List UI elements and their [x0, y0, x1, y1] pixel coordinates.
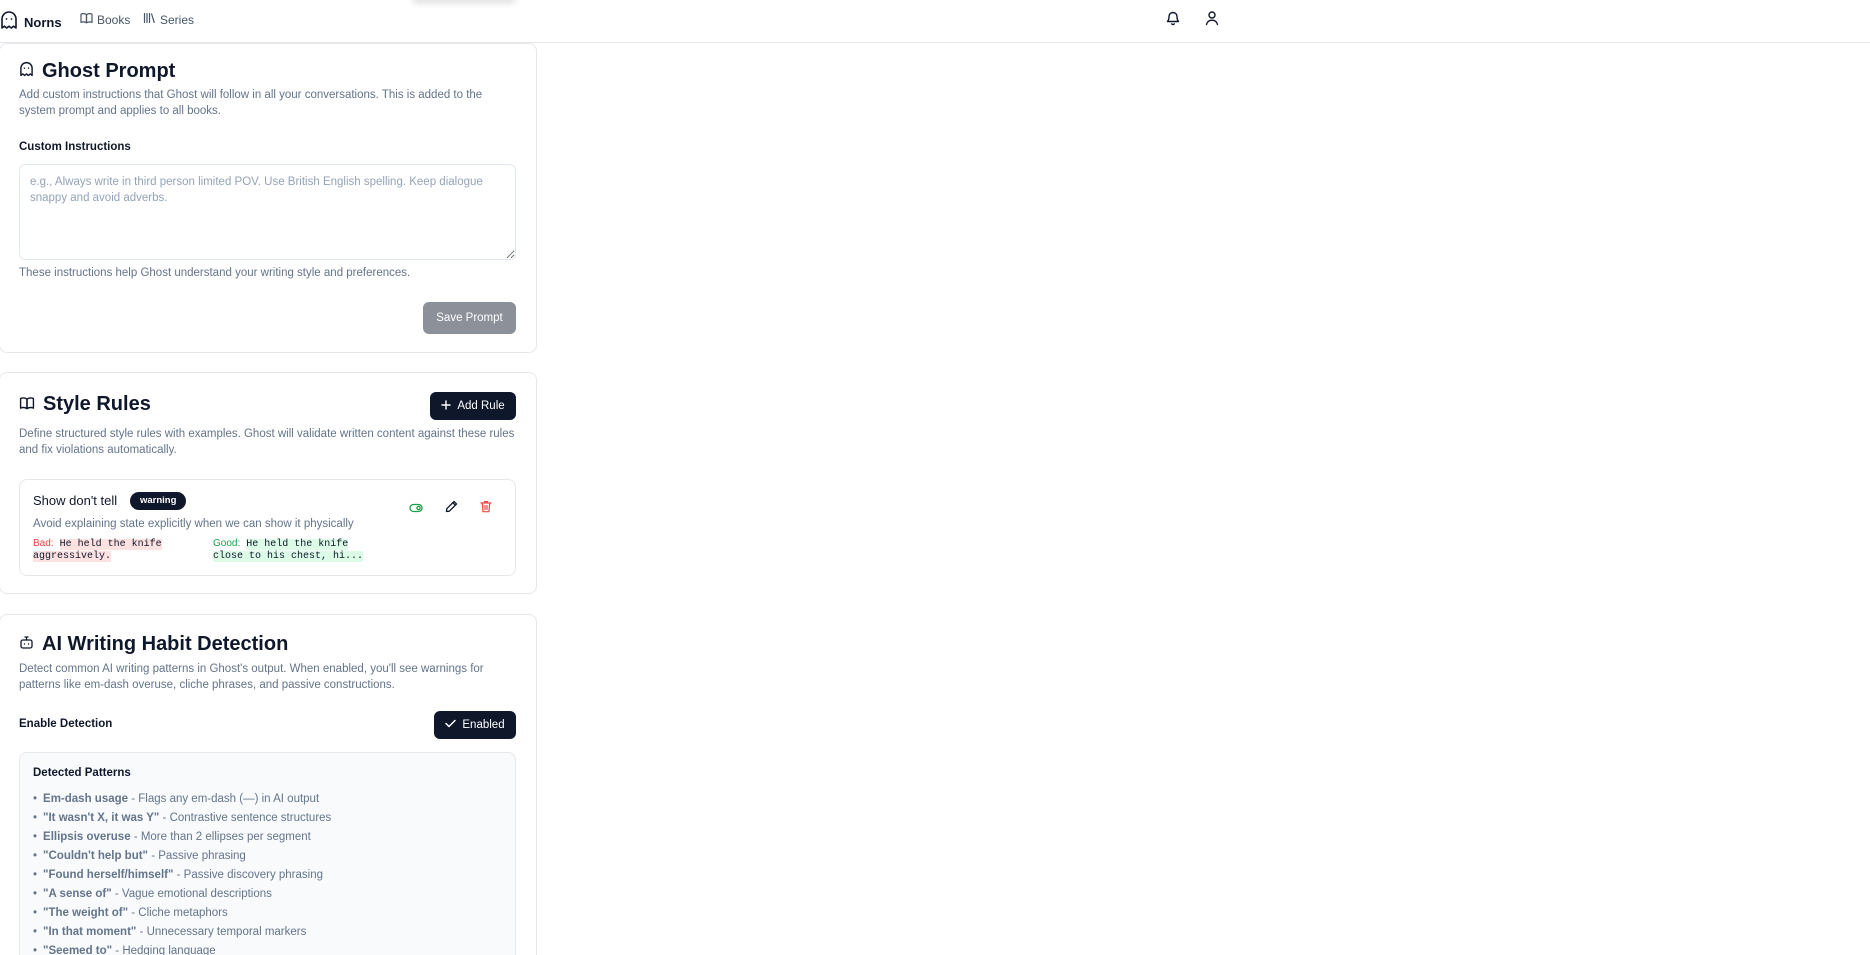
rule-description: Avoid explaining state explicitly when w… [33, 518, 354, 530]
ghost-prompt-title: Ghost Prompt [19, 60, 175, 83]
style-rules-title: Style Rules [19, 393, 151, 416]
toggle-on-icon [409, 500, 423, 518]
detection-enabled-button[interactable]: Enabled [434, 711, 516, 739]
brand-logo[interactable]: Norns [0, 10, 62, 35]
list-item: "It wasn't X, it was Y" - Contrastive se… [33, 809, 331, 828]
nav-link-series[interactable]: Series [143, 12, 194, 27]
ai-detection-description: Detect common AI writing patterns in Gho… [19, 663, 484, 691]
trash-icon [480, 500, 492, 518]
ai-detection-title: AI Writing Habit Detection [19, 633, 288, 656]
list-item: "Seemed to" - Hedging language [33, 942, 331, 955]
add-rule-label: Add Rule [457, 400, 505, 412]
severity-badge: warning [130, 492, 187, 510]
plus-icon [441, 399, 452, 413]
book-open-icon [19, 393, 35, 416]
pattern-description: - Passive discovery phrasing [173, 869, 323, 881]
ghost-prompt-title-text: Ghost Prompt [42, 60, 176, 82]
custom-instructions-label: Custom Instructions [19, 141, 131, 153]
nav-link-series-label: Series [160, 12, 195, 27]
ai-detection-card: AI Writing Habit Detection Detect common… [0, 614, 537, 955]
pattern-name: "Couldn't help but" [43, 850, 149, 862]
save-prompt-button[interactable]: Save Prompt [423, 302, 516, 334]
detected-patterns-title: Detected Patterns [33, 767, 131, 779]
pattern-name: Ellipsis overuse [43, 831, 131, 843]
nav-link-books-label: Books [97, 12, 131, 27]
pattern-name: "Found herself/himself" [43, 869, 174, 881]
list-item: "In that moment" - Unnecessary temporal … [33, 923, 331, 942]
style-rules-card: Style Rules Add Rule Define structured s… [0, 372, 537, 594]
pattern-description: - Passive phrasing [148, 850, 246, 862]
list-item: "Couldn't help but" - Passive phrasing [33, 847, 331, 866]
bell-icon [1165, 10, 1181, 31]
rule-name: Show don't tell [33, 493, 118, 508]
nav-link-books[interactable]: Books [80, 12, 130, 27]
ghost-prompt-card: Ghost Prompt Add custom instructions tha… [0, 43, 537, 353]
pattern-name: Em-dash usage [43, 793, 129, 805]
detection-enabled-label: Enabled [462, 719, 505, 731]
ghost-icon [0, 10, 18, 35]
custom-instructions-input[interactable] [19, 164, 516, 260]
pattern-name: "Seemed to" [43, 945, 113, 955]
pattern-description: - Unnecessary temporal markers [136, 926, 307, 938]
custom-instructions-help: These instructions help Ghost understand… [19, 267, 411, 279]
pattern-name: "It wasn't X, it was Y" [43, 812, 160, 824]
ghost-icon [19, 60, 34, 83]
check-icon [445, 719, 457, 731]
pattern-description: - Cliche metaphors [128, 907, 228, 919]
brand-name: Norns [24, 15, 62, 30]
pencil-icon [445, 500, 458, 518]
add-rule-button[interactable]: Add Rule [430, 392, 516, 420]
pattern-description: - Vague emotional descriptions [111, 888, 272, 900]
list-item: "The weight of" - Cliche metaphors [33, 904, 331, 923]
delete-rule-button[interactable] [475, 498, 497, 520]
user-icon [1204, 10, 1220, 31]
pattern-name: "The weight of" [43, 907, 129, 919]
good-example: Good: He held the knife close to his che… [213, 538, 383, 563]
pattern-description: - Contrastive sentence structures [159, 812, 332, 824]
list-item: Em-dash usage - Flags any em-dash (—) in… [33, 790, 331, 809]
pattern-description: - Hedging language [112, 945, 216, 955]
library-icon [143, 12, 156, 27]
list-item: Ellipsis overuse - More than 2 ellipses … [33, 828, 331, 847]
pattern-description: - Flags any em-dash (—) in AI output [128, 793, 320, 805]
good-example-label: Good: [213, 538, 241, 549]
toggle-rule-button[interactable] [405, 498, 427, 520]
style-rules-title-text: Style Rules [43, 393, 151, 415]
pattern-name: "A sense of" [43, 888, 112, 900]
patterns-list: Em-dash usage - Flags any em-dash (—) in… [33, 790, 331, 955]
bot-icon [19, 633, 34, 656]
list-item: "Found herself/himself" - Passive discov… [33, 866, 331, 885]
list-item: "A sense of" - Vague emotional descripti… [33, 885, 331, 904]
style-rules-description: Define structured style rules with examp… [19, 428, 515, 456]
ai-detection-title-text: AI Writing Habit Detection [42, 633, 289, 655]
ghost-prompt-description: Add custom instructions that Ghost will … [19, 89, 483, 117]
user-menu-button[interactable] [1201, 9, 1223, 31]
enable-detection-label: Enable Detection [19, 718, 113, 730]
book-open-icon [80, 12, 93, 27]
pattern-name: "In that moment" [43, 926, 137, 938]
notifications-button[interactable] [1162, 9, 1184, 31]
pattern-description: - More than 2 ellipses per segment [130, 831, 311, 843]
bad-example-label: Bad: [33, 538, 54, 549]
edit-rule-button[interactable] [440, 498, 462, 520]
detected-patterns-box: Detected Patterns Em-dash usage - Flags … [19, 752, 516, 955]
style-rule-item: Show don't tell warning Avoid explaining… [19, 479, 516, 576]
top-navigation: Norns Books Series [0, 0, 1870, 43]
bad-example: Bad: He held the knife aggressively. [33, 538, 203, 563]
